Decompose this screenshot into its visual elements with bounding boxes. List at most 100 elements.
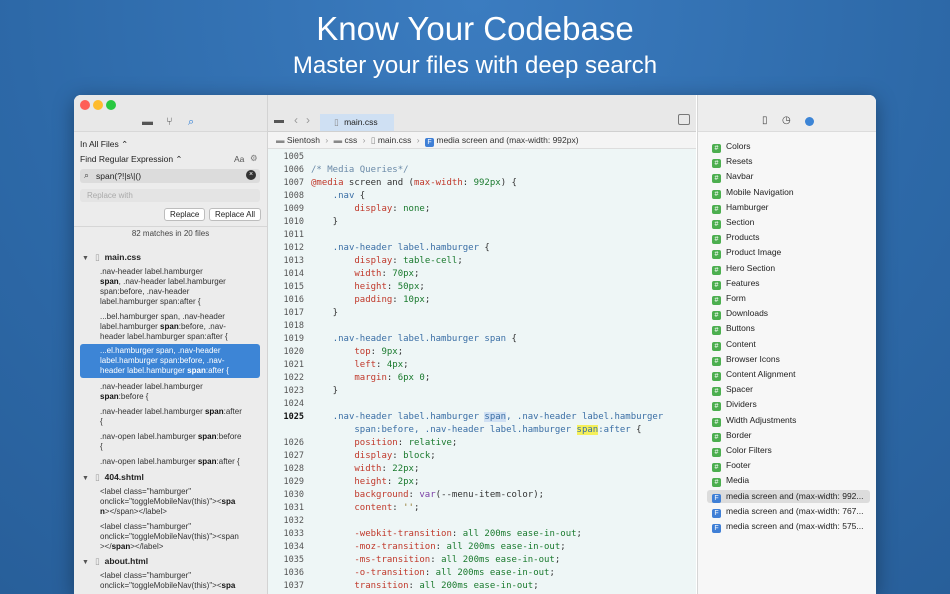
folder-icon: ▬: [276, 135, 285, 145]
outline-toolbar: ▯ ◷: [698, 95, 876, 132]
outline-item[interactable]: # Section: [712, 216, 872, 229]
result-file-header[interactable]: ▼ ▯ main.css: [82, 252, 141, 263]
breadcrumb-item[interactable]: media screen and (max-width: 992px): [436, 135, 578, 145]
outline-item-media[interactable]: Fmedia screen and (max-width: 992...: [707, 489, 870, 503]
outline-item[interactable]: # Downloads: [712, 307, 872, 321]
breadcrumb-item[interactable]: Sientosh: [287, 135, 320, 145]
outline-item[interactable]: # Content Alignment: [712, 368, 872, 381]
outline-item[interactable]: # Hamburger: [712, 201, 872, 214]
line-number: 1030: [283, 490, 304, 500]
replace-input[interactable]: Replace with: [80, 189, 260, 202]
tab-main-css[interactable]: ▯ main.css: [320, 114, 394, 131]
outline-item[interactable]: # Content: [712, 338, 872, 351]
outline-item[interactable]: # Spacer: [712, 383, 872, 397]
outline-item[interactable]: # Products: [712, 231, 872, 245]
clock-icon[interactable]: ◷: [782, 115, 791, 126]
code-line: -ms-transition: all 200ms ease-in-out;: [354, 555, 561, 565]
search-input[interactable]: ⌕ span(?!|s\|() ×: [80, 169, 260, 183]
chevron-down-icon[interactable]: ▼: [82, 559, 89, 566]
result-item[interactable]: <label class="hamburger" onclick="toggle…: [80, 485, 260, 519]
source-control-icon[interactable]: ⑂: [166, 116, 173, 128]
breadcrumb-item[interactable]: css: [344, 135, 357, 145]
result-item[interactable]: ...bel.hamburger span, .nav-header label…: [80, 310, 260, 344]
outline-item[interactable]: # Dividers: [712, 398, 872, 412]
file-icon: ▯: [94, 472, 100, 482]
outline-icon[interactable]: [805, 117, 814, 126]
result-item[interactable]: .nav-open label.hamburger span:before {: [80, 430, 260, 454]
forward-arrow-icon[interactable]: ›: [306, 113, 310, 127]
back-arrow-icon[interactable]: ‹: [294, 113, 298, 127]
line-number: 1036: [283, 568, 304, 578]
editor-tabbar: ▬ ‹ › ▯ main.css: [268, 95, 696, 132]
search-mode-selector[interactable]: Find Regular Expression ⌃: [80, 154, 183, 165]
hash-badge-icon: #: [712, 372, 721, 381]
line-number: 1016: [283, 295, 304, 305]
hash-badge-icon: #: [712, 280, 721, 290]
minimize-window-button[interactable]: [93, 100, 103, 110]
gear-icon[interactable]: ⚙: [250, 153, 258, 164]
case-sensitive-toggle[interactable]: Aa: [234, 154, 244, 164]
outline-item[interactable]: # Border: [712, 429, 872, 442]
result-item[interactable]: <label class="hamburger" onclick="toggle…: [80, 520, 260, 554]
line-number: 1005: [283, 152, 304, 162]
outline-item[interactable]: # Resets: [712, 155, 872, 169]
scope-selector[interactable]: In All Files ⌃: [80, 139, 128, 150]
outline-item[interactable]: # Browser Icons: [712, 353, 872, 366]
function-badge-icon: F: [712, 508, 721, 518]
result-file-header[interactable]: ▼ ▯ about.html: [82, 556, 148, 567]
outline-item[interactable]: # Colors: [712, 140, 872, 153]
folder-icon[interactable]: ▬: [142, 116, 153, 128]
line-number: 1021: [283, 360, 304, 370]
outline-item[interactable]: # Hero Section: [712, 262, 872, 275]
folder-icon[interactable]: ▬: [274, 115, 284, 126]
replace-button[interactable]: Replace: [164, 208, 206, 221]
hash-badge-icon: #: [712, 159, 721, 169]
outline-item[interactable]: # Width Adjustments: [712, 414, 872, 427]
line-number: 1031: [283, 503, 304, 513]
chevron-down-icon[interactable]: ▼: [82, 475, 89, 482]
outline-item[interactable]: # Footer: [712, 459, 872, 473]
result-item[interactable]: <label class="hamburger" onclick="toggle…: [80, 569, 260, 593]
outline-item-media[interactable]: Fmedia screen and (max-width: 575...: [712, 520, 872, 533]
close-window-button[interactable]: [80, 100, 90, 110]
code-line: background: var(--menu-item-color);: [354, 490, 545, 500]
outline-item[interactable]: # Buttons: [712, 322, 872, 336]
line-number: 1013: [283, 256, 304, 266]
result-item-selected[interactable]: ...el.hamburger span, .nav-header label.…: [80, 344, 260, 378]
outline-item[interactable]: # Media: [712, 474, 872, 488]
breadcrumb-item[interactable]: main.css: [378, 135, 412, 145]
outline-item[interactable]: # Product Image: [712, 246, 872, 260]
outline-item[interactable]: # Color Filters: [712, 444, 872, 457]
outline-item[interactable]: # Mobile Navigation: [712, 186, 872, 199]
result-item[interactable]: .nav-header label.hamburger span:after {: [80, 405, 260, 429]
replace-all-button[interactable]: Replace All: [209, 208, 262, 221]
outline-item-media[interactable]: Fmedia screen and (max-width: 767...: [712, 505, 872, 518]
line-number: 1024: [283, 399, 304, 409]
result-item[interactable]: .nav-open label.hamburger span:after {: [80, 455, 260, 469]
line-number: 1019: [283, 334, 304, 344]
code-line: .nav-header label.hamburger span, .nav-h…: [332, 412, 664, 422]
outline-item[interactable]: # Features: [712, 277, 872, 290]
outline-item[interactable]: # Navbar: [712, 170, 872, 184]
result-file-header[interactable]: ▼ ▯ 404.shtml: [82, 472, 144, 483]
result-item[interactable]: .nav-header label.hamburger span:before …: [80, 380, 260, 404]
hash-badge-icon: #: [712, 144, 721, 153]
line-number: 1023: [283, 386, 304, 396]
split-view-icon[interactable]: [678, 114, 690, 125]
hero-title: Know Your Codebase: [316, 10, 634, 47]
chevron-down-icon[interactable]: ▼: [82, 255, 89, 262]
clear-search-icon[interactable]: ×: [246, 170, 256, 180]
hash-badge-icon: #: [712, 250, 721, 260]
line-number: 1009: [283, 204, 304, 214]
zoom-window-button[interactable]: [106, 100, 116, 110]
breadcrumb: ▬ Sientosh › ▬ css › ▯ main.css › F medi…: [268, 132, 696, 149]
result-item[interactable]: .nav-header label.hamburger span, .nav-h…: [80, 265, 260, 309]
document-icon[interactable]: ▯: [762, 115, 768, 126]
hero-subtitle: Master your files with deep search: [292, 52, 658, 79]
outline-item[interactable]: # Form: [712, 292, 872, 305]
hash-badge-icon: #: [712, 463, 721, 473]
hash-badge-icon: #: [712, 417, 721, 427]
search-icon[interactable]: ⌕: [188, 116, 194, 129]
